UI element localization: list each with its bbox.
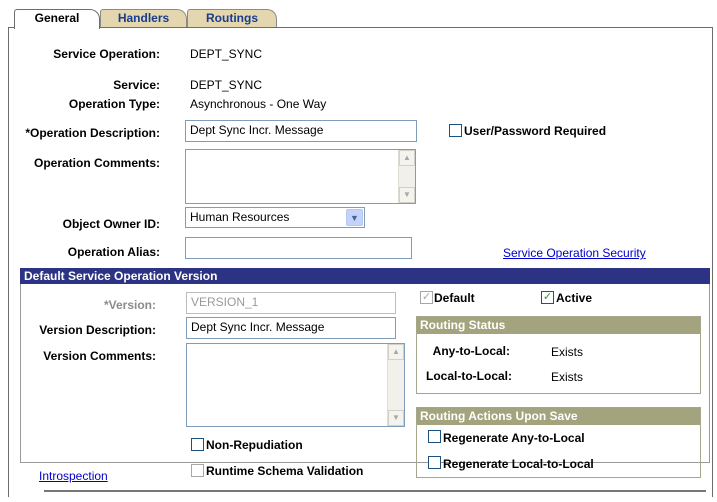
runtime-schema-checkbox — [191, 464, 204, 477]
runtime-schema-label: Runtime Schema Validation — [206, 464, 364, 478]
routing-actions-header: Routing Actions Upon Save — [417, 408, 700, 425]
regenerate-any-to-local-label: Regenerate Any-to-Local — [443, 431, 585, 445]
service-operation-security-link[interactable]: Service Operation Security — [503, 246, 646, 260]
local-to-local-value: Exists — [551, 370, 584, 384]
default-label: Default — [434, 291, 475, 305]
object-owner-select[interactable]: Human Resources ▼ — [185, 207, 365, 228]
dropdown-arrow-button[interactable]: ▼ — [346, 209, 363, 226]
tab-handlers-label: Handlers — [117, 11, 170, 25]
service-operation-value: DEPT_SYNC — [190, 47, 263, 61]
operation-comments-label: Operation Comments: — [33, 156, 160, 170]
any-to-local-label: Any-to-Local: — [432, 344, 510, 358]
operation-description-input[interactable]: Dept Sync Incr. Message — [185, 120, 417, 142]
routing-status-header: Routing Status — [417, 317, 700, 334]
default-checkbox: ✓ — [420, 291, 433, 304]
version-comments-scrollbar[interactable]: ▲ ▼ — [387, 344, 404, 426]
scroll-up-icon[interactable]: ▲ — [399, 150, 415, 166]
version-section-header: Default Service Operation Version — [20, 268, 710, 284]
user-password-checkbox[interactable] — [449, 124, 462, 137]
operation-type-value: Asynchronous - One Way — [190, 97, 327, 111]
version-description-value: Dept Sync Incr. Message — [191, 320, 325, 334]
user-password-label: User/Password Required — [464, 124, 607, 138]
service-label: Service: — [113, 78, 160, 92]
active-label: Active — [556, 291, 593, 305]
version-comments-textarea[interactable]: ▲ ▼ — [186, 343, 405, 427]
local-to-local-label: Local-to-Local: — [426, 369, 512, 383]
version-description-input[interactable]: Dept Sync Incr. Message — [186, 317, 396, 339]
any-to-local-value: Exists — [551, 345, 584, 359]
non-repudiation-label: Non-Repudiation — [206, 438, 303, 452]
version-label: *Version: — [103, 298, 156, 312]
tab-handlers[interactable]: Handlers — [100, 9, 187, 27]
chevron-down-icon: ▼ — [350, 213, 359, 223]
operation-description-value: Dept Sync Incr. Message — [190, 123, 324, 137]
regenerate-local-to-local-checkbox[interactable] — [428, 456, 441, 469]
tab-routings[interactable]: Routings — [187, 9, 277, 27]
regenerate-local-to-local-label: Regenerate Local-to-Local — [443, 457, 594, 471]
introspection-link[interactable]: Introspection — [39, 469, 108, 483]
operation-comments-scrollbar[interactable]: ▲ ▼ — [398, 150, 415, 203]
tab-general-label: General — [34, 11, 80, 25]
service-value: DEPT_SYNC — [190, 78, 263, 92]
version-comments-label: Version Comments: — [43, 349, 156, 363]
version-section-title: Default Service Operation Version — [24, 269, 218, 283]
operation-description-label: *Operation Description: — [25, 126, 160, 140]
operation-type-label: Operation Type: — [68, 97, 160, 111]
regenerate-any-to-local-checkbox[interactable] — [428, 430, 441, 443]
tab-routings-label: Routings — [206, 11, 258, 25]
operation-alias-label: Operation Alias: — [67, 245, 160, 259]
operation-alias-input[interactable] — [185, 237, 412, 259]
operation-comments-textarea[interactable]: ▲ ▼ — [185, 149, 416, 204]
scroll-down-icon[interactable]: ▼ — [388, 410, 404, 426]
routing-actions-title: Routing Actions Upon Save — [420, 409, 578, 423]
object-owner-value: Human Resources — [190, 210, 290, 224]
scroll-down-icon[interactable]: ▼ — [399, 187, 415, 203]
routing-status-title: Routing Status — [420, 318, 506, 332]
version-input: VERSION_1 — [186, 292, 396, 314]
version-description-label: Version Description: — [39, 323, 156, 337]
version-value: VERSION_1 — [191, 295, 259, 309]
non-repudiation-checkbox[interactable] — [191, 438, 204, 451]
scroll-up-icon[interactable]: ▲ — [388, 344, 404, 360]
tab-general[interactable]: General — [14, 9, 100, 29]
bottom-divider — [44, 490, 706, 492]
active-checkbox[interactable]: ✓ — [541, 291, 554, 304]
service-operation-label: Service Operation: — [53, 47, 160, 61]
object-owner-label: Object Owner ID: — [62, 217, 160, 231]
